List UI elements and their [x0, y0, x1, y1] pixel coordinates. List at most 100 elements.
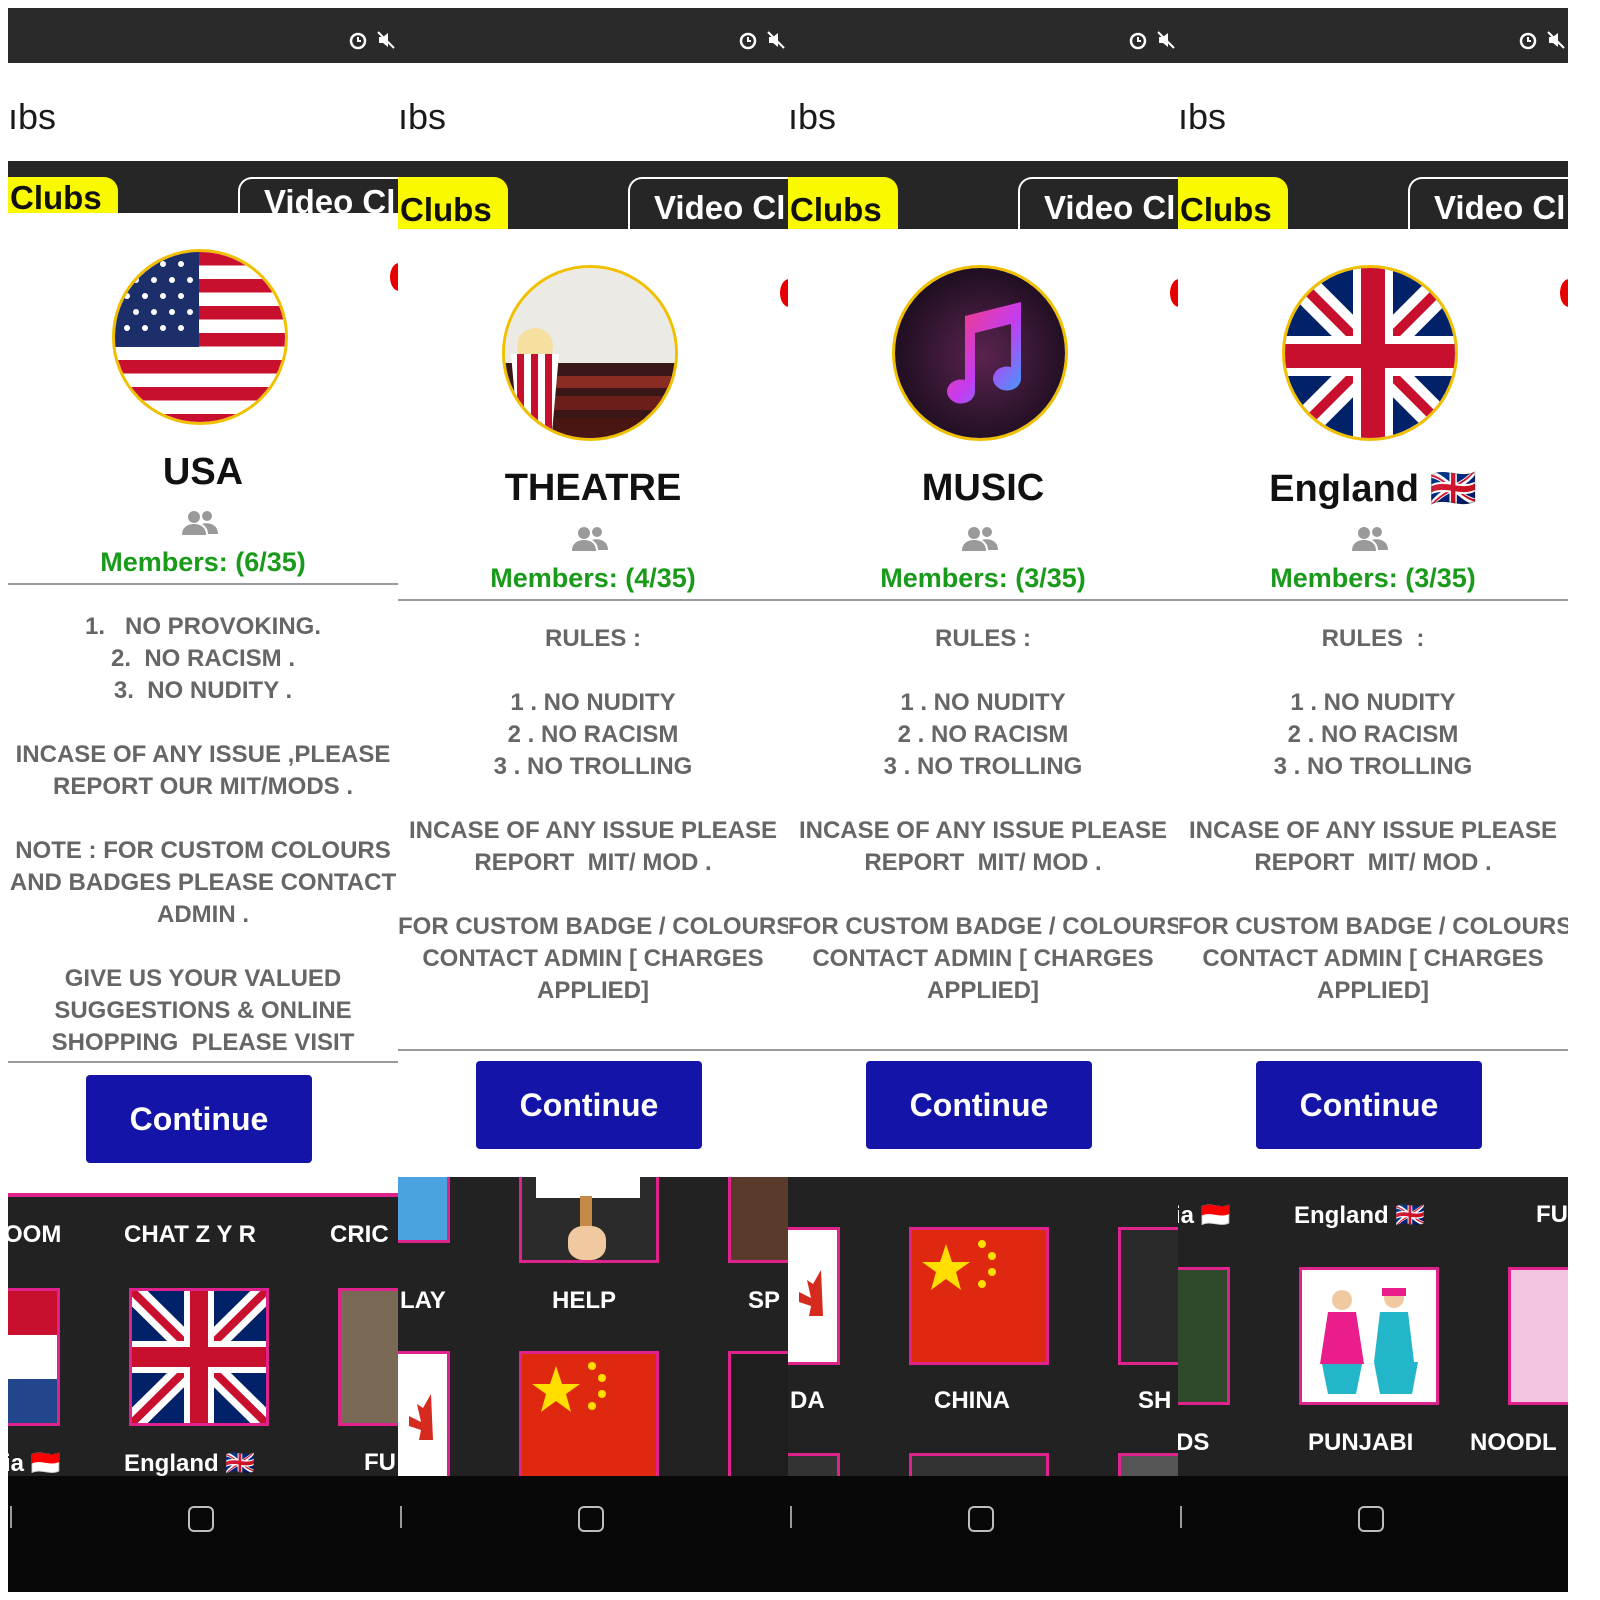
page-title: ıbs: [8, 96, 57, 137]
tab-clubs[interactable]: Clubs: [398, 177, 508, 229]
app-titlebar: ıbs: [398, 63, 788, 161]
grid-item-label[interactable]: HELP: [552, 1287, 616, 1315]
divider: [1178, 1049, 1568, 1051]
tab-bar: Clubs Video Cl: [1178, 161, 1568, 229]
grid-item-label[interactable]: England 🇬🇧: [1294, 1201, 1425, 1230]
grid-item-label[interactable]: CRIC: [330, 1221, 389, 1249]
club-rules: RULES : 1 . NO NUDITY 2 . NO RACISM 3 . …: [1178, 625, 1568, 1004]
club-details: England 🇬🇧 Members: (3/35) RULES : 1 . N…: [1178, 229, 1568, 1177]
screen-usa-club: ıbs Clubs Video Cl USA Members: (6/35) 1…: [8, 8, 398, 1592]
club-avatar: [502, 265, 678, 441]
grid-item-label[interactable]: DS: [1178, 1429, 1209, 1457]
app-titlebar: ıbs: [8, 63, 398, 161]
tab-video-clubs[interactable]: Video Cl: [238, 177, 398, 213]
grid-item-label[interactable]: DA: [790, 1387, 825, 1415]
grid-tile-help[interactable]: [519, 1177, 659, 1263]
members-icon: [180, 509, 220, 537]
club-name: THEATRE: [504, 467, 682, 509]
grid-tile-china[interactable]: [909, 1227, 1049, 1365]
grid-tile-play[interactable]: [398, 1177, 450, 1243]
clubs-grid[interactable]: OOM CHAT Z Y R CRIC ia 🇮🇩 England 🇬🇧 FU: [8, 1193, 398, 1476]
members-icon: [1350, 525, 1390, 553]
grid-item-label[interactable]: LAY: [400, 1287, 446, 1315]
grid-tile-sh[interactable]: [728, 1351, 788, 1476]
grid-item-label[interactable]: CHINA: [934, 1387, 1010, 1415]
clubs-grid[interactable]: DA CHINA SH: [788, 1177, 1178, 1476]
members-count: Members: (6/35): [100, 547, 306, 577]
home-icon[interactable]: [1358, 1506, 1384, 1532]
screen-music-club: ıbs Clubs Video Cl MUSIC Members: (3/35)…: [788, 8, 1178, 1592]
continue-button[interactable]: Continue: [866, 1061, 1092, 1149]
recents-icon[interactable]: [400, 1506, 402, 1528]
red-notification-dot: [780, 279, 788, 307]
grid-tile-china[interactable]: [519, 1351, 659, 1476]
mute-icon: [766, 30, 786, 50]
home-icon[interactable]: [578, 1506, 604, 1532]
grid-tile-punjabi[interactable]: [1299, 1267, 1439, 1405]
tab-video-clubs[interactable]: Video Cl: [628, 177, 788, 229]
home-icon[interactable]: [968, 1506, 994, 1532]
tab-bar: Clubs Video Cl: [788, 161, 1178, 229]
continue-button[interactable]: Continue: [476, 1061, 702, 1149]
grid-tile-england[interactable]: [129, 1288, 269, 1426]
grid-item-label[interactable]: FU: [1536, 1201, 1568, 1229]
grid-tile[interactable]: [909, 1453, 1049, 1476]
club-name: England 🇬🇧: [1269, 468, 1477, 510]
grid-item-label[interactable]: FU: [364, 1449, 396, 1476]
alarm-icon: [1128, 30, 1148, 50]
clubs-grid[interactable]: ia 🇮🇩 England 🇬🇧 FU DS PUNJABI NOODL: [1178, 1177, 1568, 1476]
grid-tile[interactable]: [788, 1453, 840, 1476]
grid-tile-noodles[interactable]: [1508, 1267, 1568, 1405]
club-rules: RULES : 1 . NO NUDITY 2 . NO RACISM 3 . …: [398, 625, 788, 1004]
grid-item-label[interactable]: PUNJABI: [1308, 1429, 1413, 1457]
red-notification-dot: [1560, 279, 1568, 307]
grid-item-label[interactable]: SP: [748, 1287, 780, 1315]
grid-item-label[interactable]: OOM: [8, 1221, 61, 1249]
alarm-icon: [348, 30, 368, 50]
tab-video-clubs[interactable]: Video Cl: [1018, 177, 1178, 229]
app-titlebar: ıbs: [788, 63, 1178, 161]
grid-tile[interactable]: [1118, 1453, 1178, 1476]
members-icon: [960, 525, 1000, 553]
recents-icon[interactable]: [790, 1506, 792, 1528]
clubs-grid[interactable]: LAY HELP SP: [398, 1177, 788, 1476]
grid-tile-canada[interactable]: [398, 1351, 450, 1476]
tab-clubs[interactable]: Clubs: [788, 177, 898, 229]
screen-theatre-club: ıbs Clubs Video Cl THEATRE Members: (4/3…: [398, 8, 788, 1592]
club-rules: 1. NO PROVOKING. 2. NO RACISM . 3. NO NU…: [9, 613, 397, 1056]
grid-tile-sh[interactable]: [1118, 1227, 1178, 1365]
status-bar: [8, 8, 398, 63]
tab-clubs[interactable]: Clubs: [1178, 177, 1288, 229]
grid-tile-sp[interactable]: [728, 1177, 788, 1263]
alarm-icon: [1518, 30, 1538, 50]
divider: [8, 1061, 398, 1063]
grid-tile-avatar[interactable]: [1178, 1267, 1230, 1405]
grid-item-label[interactable]: ia 🇮🇩: [8, 1449, 61, 1476]
club-name: MUSIC: [921, 467, 1045, 509]
alarm-icon: [738, 30, 758, 50]
grid-tile-furry[interactable]: [338, 1288, 398, 1426]
status-bar: [398, 8, 788, 63]
recents-icon[interactable]: [1180, 1506, 1182, 1528]
grid-item-label[interactable]: CHAT Z Y R: [124, 1221, 256, 1249]
grid-item-label[interactable]: NOODL: [1470, 1429, 1557, 1457]
grid-tile-canada[interactable]: [788, 1227, 840, 1365]
club-details: THEATRE Members: (4/35) RULES : 1 . NO N…: [398, 229, 788, 1177]
recents-icon[interactable]: [10, 1506, 12, 1528]
grid-item-label[interactable]: SH: [1138, 1387, 1171, 1415]
app-titlebar: ıbs: [1178, 63, 1568, 161]
grid-item-label[interactable]: ia 🇮🇩: [1178, 1201, 1231, 1230]
grid-item-label[interactable]: England 🇬🇧: [124, 1449, 255, 1476]
members-count: Members: (3/35): [880, 563, 1086, 593]
screen-england-club: ıbs Clubs Video Cl England 🇬🇧 Members: (…: [1178, 8, 1568, 1592]
page-title: ıbs: [398, 96, 447, 137]
grid-tile-netherlands[interactable]: [8, 1288, 60, 1426]
home-icon[interactable]: [188, 1506, 214, 1532]
system-nav-bar: [1178, 1476, 1568, 1592]
continue-button[interactable]: Continue: [86, 1075, 312, 1163]
system-nav-bar: [788, 1476, 1178, 1592]
continue-button[interactable]: Continue: [1256, 1061, 1482, 1149]
mute-icon: [1546, 30, 1566, 50]
tab-clubs[interactable]: Clubs: [8, 177, 118, 213]
tab-video-clubs[interactable]: Video Cl: [1408, 177, 1568, 229]
